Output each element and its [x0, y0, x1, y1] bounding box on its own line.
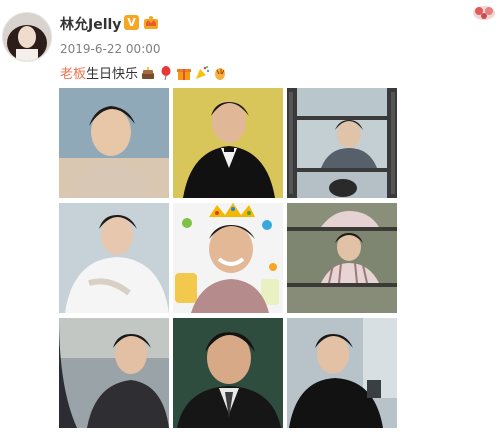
crown-icon[interactable] [143, 14, 159, 30]
photo-5[interactable] [173, 203, 283, 313]
photo-7[interactable] [59, 318, 169, 428]
post-text: 老板 生日快乐 [60, 63, 228, 82]
photo-9[interactable] [287, 318, 397, 428]
photo-6[interactable] [287, 203, 397, 313]
sticker-icon[interactable] [470, 2, 498, 22]
photo-8[interactable] [173, 318, 283, 428]
post-timestamp[interactable]: 2019-6-22 00:00 [60, 42, 161, 56]
username[interactable]: 林允Jelly [60, 14, 121, 34]
photo-4[interactable] [59, 203, 169, 313]
avatar[interactable] [2, 12, 52, 62]
verified-badge-icon: V [124, 15, 139, 30]
photo-grid [59, 88, 397, 428]
mention-link[interactable]: 老板 [60, 63, 86, 82]
photo-1[interactable] [59, 88, 169, 198]
balloon-emoji-icon [158, 65, 174, 81]
photo-2[interactable] [173, 88, 283, 198]
post-body: 生日快乐 [86, 67, 139, 82]
weibo-post: 林允Jelly V 2019-6-22 00:00 老板 生日快乐 [0, 0, 501, 436]
cake-emoji-icon [140, 65, 156, 81]
party-popper-icon [194, 65, 210, 81]
clap-emoji-icon [212, 65, 228, 81]
photo-3[interactable] [287, 88, 397, 198]
gift-emoji-icon [176, 65, 192, 81]
